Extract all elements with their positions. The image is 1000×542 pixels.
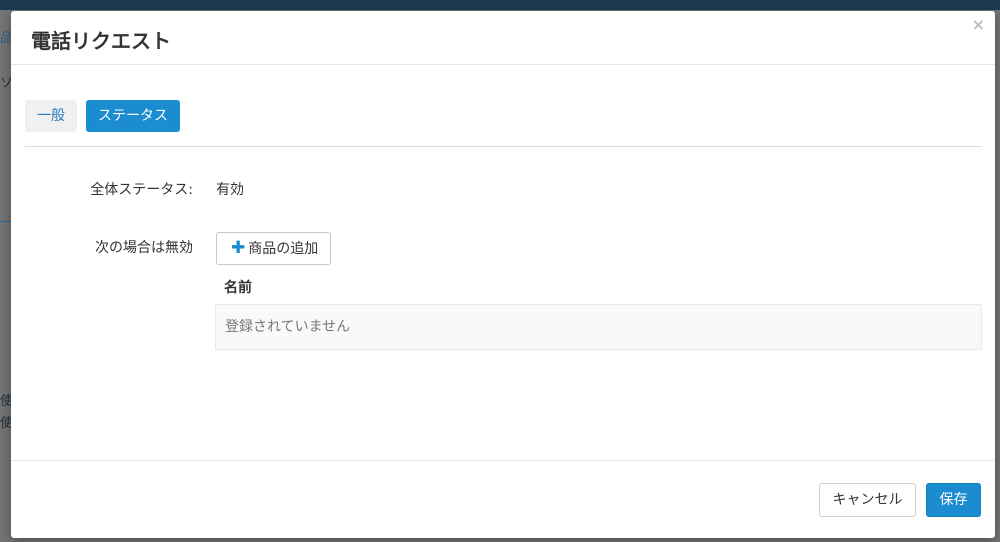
overall-status-value: 有効 <box>216 182 244 198</box>
column-header-name: 名前 <box>224 280 252 296</box>
background-top-bar <box>0 0 1000 10</box>
phone-request-modal: 電話リクエスト × 一般 ステータス 全体ステータス: 有効 次の場合は無効 ✚… <box>11 11 995 538</box>
tab-status[interactable]: ステータス <box>86 100 180 132</box>
save-button[interactable]: 保存 <box>926 483 981 517</box>
empty-table-row: 登録されていません <box>215 304 982 350</box>
disabled-when-label: 次の場合は無効 <box>95 240 193 256</box>
cancel-button[interactable]: キャンセル <box>819 483 916 517</box>
tabs-divider <box>25 146 982 147</box>
close-icon[interactable]: × <box>972 17 985 33</box>
background-divider <box>0 221 11 222</box>
plus-icon: ✚ <box>231 238 246 258</box>
modal-header: 電話リクエスト × <box>11 11 995 65</box>
add-product-label: 商品の追加 <box>248 241 319 257</box>
overall-status-label: 全体ステータス: <box>90 182 193 198</box>
modal-footer: キャンセル 保存 <box>11 460 995 538</box>
tab-general[interactable]: 一般 <box>25 100 77 132</box>
add-product-button[interactable]: ✚ 商品の追加 <box>216 232 331 265</box>
modal-title: 電話リクエスト <box>31 29 171 53</box>
